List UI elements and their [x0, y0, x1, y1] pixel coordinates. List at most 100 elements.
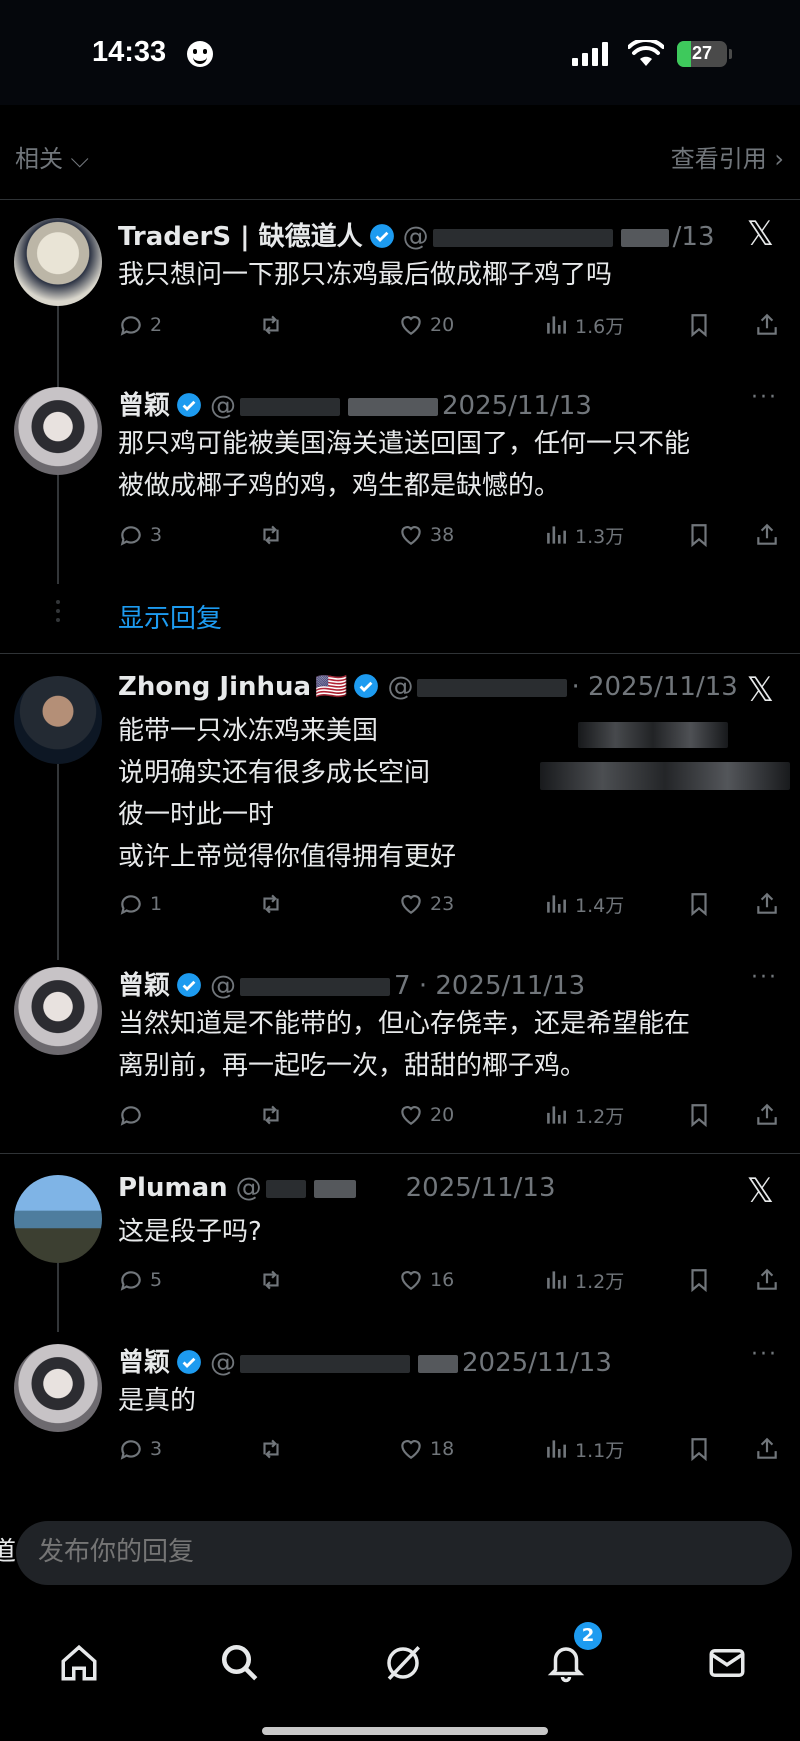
show-replies-link[interactable]: 显示回复	[118, 598, 222, 635]
author-handle[interactable]: @	[210, 1348, 236, 1378]
author-name[interactable]: Zhong Jinhua	[118, 672, 311, 702]
bookmark-icon	[691, 893, 707, 917]
tweet[interactable]: 曾颖 @2025/11/13 ··· 那只鸡可能被美国海关遣送回国了，任何一只不能…	[0, 375, 800, 565]
cellular-signal-icon	[572, 42, 608, 66]
tweet[interactable]: 曾颖 @2025/11/13 ··· 是真的 3 18 1.1万	[0, 1332, 800, 1482]
divider	[0, 653, 800, 654]
bookmark-button[interactable]	[686, 518, 718, 552]
share-button[interactable]	[754, 1098, 786, 1132]
redacted-overlay	[540, 762, 790, 790]
share-button[interactable]	[754, 1432, 786, 1466]
author-name[interactable]: 曾颖	[118, 971, 170, 1001]
author-handle[interactable]: @	[210, 971, 236, 1001]
tweet[interactable]: Zhong Jinhua 🇺🇸 @ · 2025/11/13 𝕏 能带一只冰冻鸡来美国…	[0, 662, 800, 922]
author-handle[interactable]: @	[387, 672, 413, 702]
bookmark-button[interactable]	[686, 1432, 718, 1466]
repost-button[interactable]	[258, 308, 290, 342]
reply-input[interactable]	[38, 1537, 738, 1567]
author-handle[interactable]: @	[403, 222, 429, 252]
tweet[interactable]: 曾颖 @7 · 2025/11/13 ··· 当然知道是不能带的，但心存侥幸，还是…	[0, 955, 800, 1145]
share-button[interactable]	[754, 518, 786, 552]
avatar[interactable]	[14, 1344, 102, 1432]
view-count: 1.6万	[575, 315, 625, 338]
author-handle[interactable]: @	[236, 1173, 262, 1203]
avatar[interactable]	[14, 967, 102, 1055]
repost-button[interactable]	[258, 1098, 290, 1132]
like-count: 23	[430, 893, 455, 915]
share-button[interactable]	[754, 887, 786, 921]
reply-button[interactable]: 1	[118, 887, 162, 921]
more-options-icon[interactable]: ···	[751, 965, 778, 990]
search-icon[interactable]	[219, 1642, 261, 1684]
bookmark-button[interactable]	[686, 1263, 718, 1297]
like-button[interactable]: 23	[398, 887, 454, 921]
post-line: 离别前，再一起吃一次，甜甜的椰子鸡。	[118, 1051, 587, 1081]
like-button[interactable]: 20	[398, 308, 454, 342]
share-button[interactable]	[754, 308, 786, 342]
reply-button[interactable]: 3	[118, 518, 162, 552]
bookmark-button[interactable]	[686, 887, 718, 921]
views-button[interactable]: 1.4万	[543, 887, 624, 921]
reply-button[interactable]: 5	[118, 1263, 162, 1297]
verified-badge-icon	[354, 674, 379, 698]
share-icon	[757, 1268, 777, 1290]
like-button[interactable]: 16	[398, 1263, 454, 1297]
views-button[interactable]: 1.2万	[543, 1263, 624, 1297]
like-count: 20	[430, 1104, 455, 1126]
bookmark-button[interactable]	[686, 1098, 718, 1132]
like-button[interactable]: 18	[398, 1432, 454, 1466]
post-line: 被做成椰子鸡的鸡，鸡生都是缺憾的。	[118, 471, 561, 501]
views-button[interactable]: 1.1万	[543, 1432, 624, 1466]
avatar[interactable]	[14, 1175, 102, 1263]
messages-icon[interactable]	[706, 1642, 748, 1684]
heart-icon	[401, 1271, 421, 1290]
view-quotes-label: 查看引用	[670, 145, 767, 173]
verified-badge-icon	[177, 1350, 201, 1374]
reply-composer[interactable]	[16, 1521, 792, 1585]
view-count: 1.2万	[575, 1105, 625, 1128]
repost-button[interactable]	[258, 1263, 290, 1297]
views-button[interactable]: 1.3万	[543, 518, 624, 552]
redacted-handle	[240, 1354, 411, 1373]
wifi-icon	[628, 40, 664, 66]
bookmark-button[interactable]	[686, 308, 718, 342]
view-quotes-link[interactable]: 查看引用 ›	[671, 139, 784, 174]
views-button[interactable]: 1.6万	[543, 308, 624, 342]
avatar[interactable]	[14, 387, 102, 475]
reply-icon	[120, 1271, 141, 1291]
like-button[interactable]: 20	[398, 1098, 454, 1132]
author-name[interactable]: 曾颖	[118, 391, 170, 421]
home-icon[interactable]	[58, 1642, 100, 1684]
post-text: 当然知道是不能带的，但心存侥幸，还是希望能在 离别前，再一起吃一次，甜甜的椰子鸡…	[118, 1003, 778, 1087]
share-icon	[757, 523, 777, 545]
grok-icon[interactable]	[382, 1642, 424, 1684]
reply-button[interactable]: 2	[118, 308, 162, 342]
heart-icon	[401, 895, 421, 914]
more-options-icon[interactable]: ···	[751, 1342, 778, 1367]
tweet[interactable]: Pluman @2025/11/13 𝕏 这是段子吗? 5 16 1.2万	[0, 1163, 800, 1313]
repost-button[interactable]	[258, 1432, 290, 1466]
like-button[interactable]: 38	[398, 518, 454, 552]
avatar[interactable]	[14, 218, 102, 306]
share-icon	[757, 1437, 777, 1459]
reply-button[interactable]: 3	[118, 1432, 162, 1466]
author-name[interactable]: Pluman	[118, 1173, 228, 1203]
reply-count: 2	[150, 314, 163, 336]
avatar[interactable]	[14, 676, 102, 764]
views-button[interactable]: 1.2万	[543, 1098, 624, 1132]
author-name[interactable]: 曾颖	[118, 1348, 170, 1378]
status-bar: 14:33 27	[0, 0, 800, 105]
more-options-icon[interactable]: ···	[751, 385, 778, 410]
share-button[interactable]	[754, 1263, 786, 1297]
repost-button[interactable]	[258, 518, 290, 552]
action-bar: 20 1.2万	[118, 1098, 778, 1132]
related-dropdown[interactable]: 相关 ⌵	[15, 139, 89, 174]
repost-button[interactable]	[258, 887, 290, 921]
author-name[interactable]: TraderS | 缺德道人	[118, 222, 363, 252]
post-date: 2025/11/13	[442, 391, 592, 421]
reply-button[interactable]	[118, 1098, 150, 1132]
reply-icon	[120, 895, 141, 915]
tweet[interactable]: TraderS | 缺德道人 @ /13 𝕏 我只想问一下那只冻鸡最后做成椰子鸡了吗…	[0, 200, 800, 370]
like-count: 16	[430, 1269, 455, 1291]
author-handle[interactable]: @	[210, 391, 236, 421]
